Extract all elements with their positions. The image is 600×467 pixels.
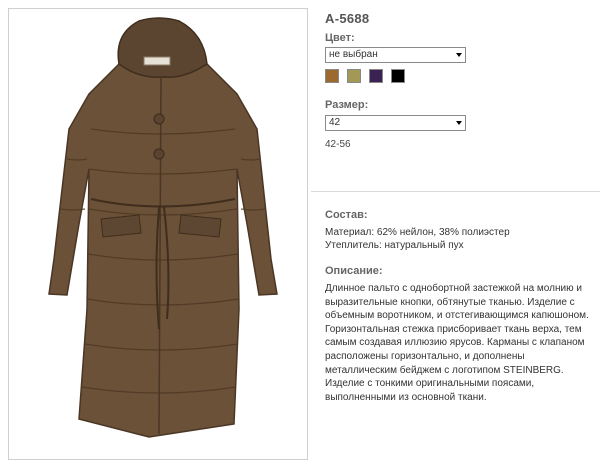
description-line: расположены горизонтально, и дополнены [325, 350, 525, 362]
description-line: металлическим бейджем с логотипом STEINB… [325, 364, 564, 376]
description-label: Описание: [325, 265, 383, 277]
description-line: Длинное пальто с однобортной застежкой н… [325, 283, 582, 294]
product-sku: A-5688 [325, 11, 370, 26]
product-photo [8, 8, 308, 460]
description-text: Длинное пальто с однобортной застежкой н… [325, 282, 590, 404]
color-swatch-black[interactable] [391, 69, 405, 83]
description-line: самым создавая иллюзию ярусов. Карманы с… [325, 337, 585, 349]
description-line: Изделие с тонкими оригинальными поясами, [325, 378, 535, 390]
size-label: Размер: [325, 99, 369, 111]
color-swatch-olive[interactable] [347, 69, 361, 83]
color-label: Цвет: [325, 32, 355, 44]
description-line: Горизонтальная стежка присборивает ткань… [325, 323, 582, 335]
chevron-down-icon [456, 53, 462, 57]
color-swatch-brown[interactable] [325, 69, 339, 83]
chevron-down-icon [456, 121, 462, 125]
composition-filling: Утеплитель: натуральный пух [325, 240, 464, 251]
size-select[interactable]: 42 [325, 115, 466, 131]
color-select[interactable]: не выбран [325, 47, 466, 63]
size-range: 42-56 [325, 139, 351, 150]
section-divider [311, 191, 600, 192]
color-select-value: не выбран [329, 49, 378, 60]
size-select-value: 42 [329, 117, 341, 128]
color-swatch-purple[interactable] [369, 69, 383, 83]
description-line: выполненными из основной ткани. [325, 391, 487, 403]
description-line: объемным воротником, и отстегивающимся к… [325, 310, 589, 322]
description-line: выразительные кнопки, обтянутые тканью. … [325, 296, 575, 308]
coat-illustration [48, 17, 278, 438]
composition-label: Состав: [325, 209, 368, 221]
composition-material: Материал: 62% нейлон, 38% полиэстер [325, 227, 510, 238]
